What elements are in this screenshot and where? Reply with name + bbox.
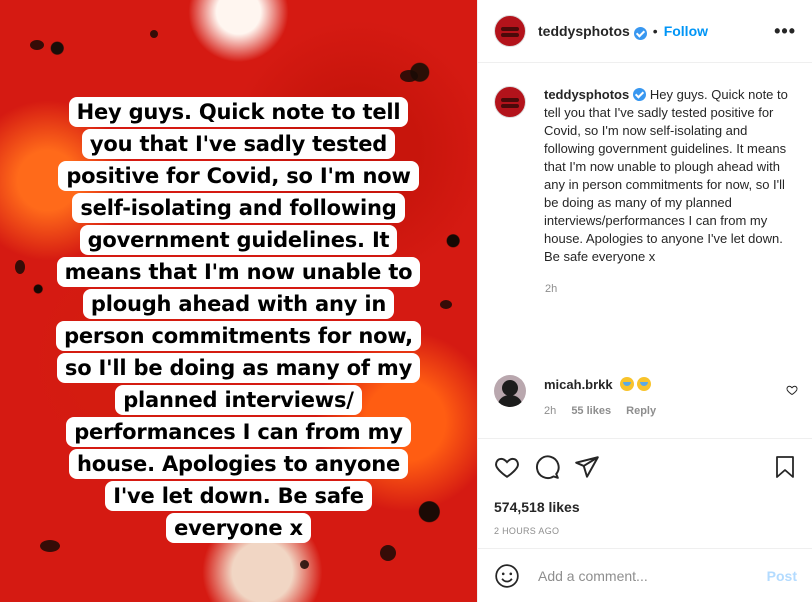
reply-button[interactable]: Reply [626,405,656,417]
comment-input[interactable] [536,566,767,585]
caption-username[interactable]: teddysphotos [544,87,629,102]
post-sidebar: teddysphotos • Follow ••• teddysphotos H… [477,0,812,602]
comment-age[interactable]: 2h [544,405,556,417]
story-line: everyone x [166,513,311,543]
likes-count[interactable]: 574,518 likes [494,499,797,515]
commenter-avatar[interactable] [494,375,526,407]
crying-emoji-icon [637,377,652,391]
like-comment-heart-icon[interactable] [786,384,798,396]
commenter-username[interactable]: micah.brkk [544,377,613,392]
comment-icon[interactable] [534,454,560,480]
post-image[interactable]: Hey guys. Quick note to tell you that I'… [0,0,477,602]
story-line: house. Apologies to anyone [69,449,408,479]
story-line: Hey guys. Quick note to tell [68,97,409,127]
paint-splatter [300,560,309,569]
post-comment-button[interactable]: Post [767,568,797,584]
paint-splatter [380,545,396,561]
caption: teddysphotos Hey guys. Quick note to tel… [494,86,794,266]
caption-text: teddysphotos Hey guys. Quick note to tel… [544,86,794,266]
verified-badge-icon [633,88,647,101]
story-line: means that I'm now unable to [56,257,421,287]
post-header: teddysphotos • Follow ••• [478,0,812,63]
paint-splatter [30,40,44,50]
verified-badge-icon [633,26,647,40]
share-icon[interactable] [574,454,600,480]
story-line: performances I can from my [66,417,411,447]
separator: • [652,23,658,39]
story-line: planned interviews/ [115,385,362,415]
caption-body: Hey guys. Quick note to tell you that I'… [544,87,788,264]
story-line: so I'll be doing as many of my [56,353,421,383]
post-timestamp[interactable]: 2 HOURS AGO [494,526,797,536]
emoji-icon[interactable] [494,563,520,589]
paint-splatter [400,70,418,82]
action-bar: 574,518 likes 2 HOURS AGO [478,438,812,536]
story-line: self-isolating and following [72,193,405,223]
story-line: you that I've sadly tested [81,129,396,159]
username-link[interactable]: teddysphotos [538,23,630,39]
avatar[interactable] [494,86,526,118]
story-line: plough ahead with any in [82,289,395,319]
follow-button[interactable]: Follow [664,23,708,39]
action-icons [494,451,797,483]
avatar[interactable] [494,15,526,47]
story-line: I've let down. Be safe [105,481,372,511]
bookmark-icon[interactable] [773,454,797,480]
story-text: Hey guys. Quick note to tell you that I'… [0,96,477,544]
add-comment-bar: Post [478,548,812,602]
comment-meta: 2h 55 likes Reply [544,405,668,417]
story-line: positive for Covid, so I'm now [58,161,419,191]
crying-emoji-icon [620,377,635,391]
heart-icon[interactable] [494,454,520,480]
story-line: government guidelines. It [79,225,398,255]
paint-splatter [150,30,158,38]
caption-age[interactable]: 2h [545,283,557,295]
comment-body: micah.brkk 2h 55 likes Reply [544,375,668,417]
story-line: person commitments for now, [56,321,421,351]
more-options-button[interactable]: ••• [774,21,796,42]
comment: micah.brkk 2h 55 likes Reply [494,375,798,417]
comment-likes[interactable]: 55 likes [571,405,611,417]
